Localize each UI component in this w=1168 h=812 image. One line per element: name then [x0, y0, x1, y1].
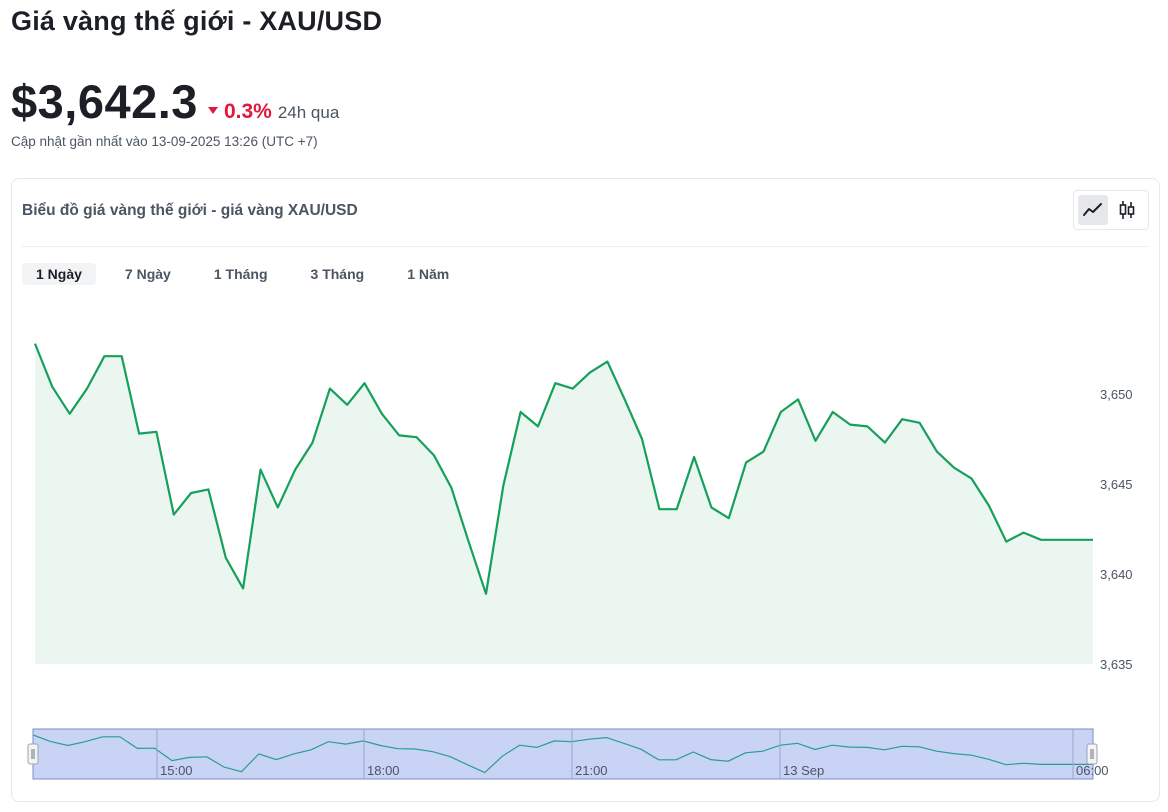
price-chart: 3,635 3,640 3,645 3,650 15:00 18:00 21:00 13 Se…	[27, 343, 1133, 780]
navigator-right-handle[interactable]	[1086, 743, 1098, 765]
y-tick-label: 3,640	[1100, 567, 1133, 582]
y-tick-label: 3,650	[1100, 387, 1133, 402]
y-tick-label: 3,645	[1100, 477, 1133, 492]
navigator-tick-label: 21:00	[575, 763, 608, 778]
navigator-tick-label: 15:00	[160, 763, 193, 778]
price-area	[35, 343, 1093, 664]
navigator-tick-label: 06:00	[1076, 763, 1109, 778]
navigator-tick-label: 18:00	[367, 763, 400, 778]
navigator-left-handle[interactable]	[27, 743, 39, 765]
y-tick-label: 3,635	[1100, 657, 1133, 672]
navigator-tick-label: 13 Sep	[783, 763, 824, 778]
